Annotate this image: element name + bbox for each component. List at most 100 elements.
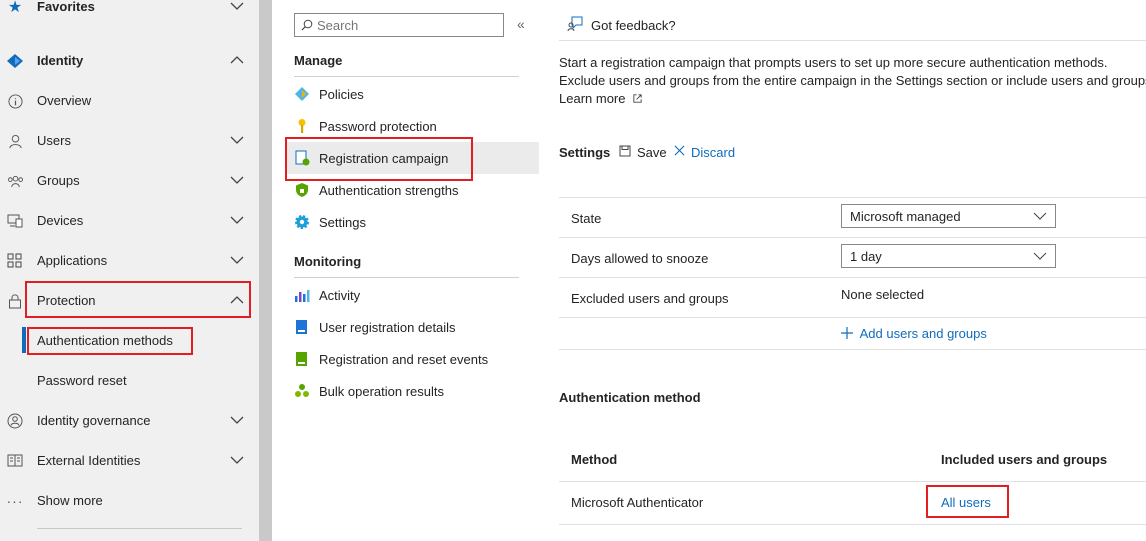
nav-external-identities-label: External Identities [37,453,141,468]
discard-button[interactable]: Discard [673,143,739,161]
feedback-icon [567,16,583,32]
chevron-down-icon [1033,212,1047,220]
feedback-label: Got feedback? [591,18,676,33]
highlight-protection [25,281,251,318]
search-input[interactable] [317,16,497,34]
user-icon [6,132,24,150]
shield-icon [296,183,308,197]
bulk-users-icon [295,384,309,397]
applications-icon [6,252,24,270]
menu-settings-label: Settings [319,215,366,230]
menu-bulk-operation-results-label: Bulk operation results [319,384,445,399]
left-navigation: ★ Favorites Identity Overview Users Grou… [0,0,259,541]
menu-registration-reset-events-label: Registration and reset events [319,352,489,367]
nav-identity[interactable]: Identity [0,40,259,80]
nav-show-more-label: Show more [37,493,103,508]
menu-activity[interactable]: Activity [285,279,535,311]
search-box[interactable] [294,13,504,37]
chevron-down-icon [230,216,244,224]
nav-show-more[interactable]: ··· Show more [0,480,259,520]
save-label: Save [637,145,667,160]
manage-divider [294,76,519,77]
discard-icon [674,145,685,156]
state-label: State [571,211,602,226]
chevron-down-icon [230,176,244,184]
search-icon [301,19,313,31]
nav-identity-label: Identity [37,53,84,68]
nav-devices-label: Devices [37,213,84,228]
state-dropdown-value: Microsoft managed [850,209,961,224]
chevron-down-icon [230,416,244,424]
add-users-groups-link[interactable]: Add users and groups [841,326,987,344]
nav-favorites-label: Favorites [37,0,95,14]
nav-identity-governance[interactable]: Identity governance [0,400,259,440]
learn-more-link[interactable]: Learn more [559,91,643,106]
activity-chart-icon [295,290,310,302]
authentication-method-title: Authentication method [559,390,701,405]
menu-user-registration-details-label: User registration details [319,320,456,335]
info-icon [6,92,24,110]
nav-divider [37,528,242,529]
nav-password-reset[interactable]: Password reset [0,360,259,400]
nav-password-reset-label: Password reset [37,373,127,388]
nav-groups-label: Groups [37,173,80,188]
save-icon [619,145,631,157]
chevron-down-icon [230,2,244,10]
menu-policies[interactable]: Policies [285,78,535,110]
collapse-menu-icon[interactable]: « [517,16,525,32]
nav-applications[interactable]: Applications [0,240,259,280]
scrollbar[interactable] [259,0,272,541]
settings-divider-top [559,197,1146,198]
state-dropdown[interactable]: Microsoft managed [841,204,1056,228]
column-header-included: Included users and groups [941,452,1108,467]
table-divider [559,524,1146,525]
governance-icon [6,412,24,430]
snooze-label: Days allowed to snooze [571,251,709,266]
row-divider [559,317,1146,318]
menu-policies-label: Policies [319,87,364,102]
nav-favorites[interactable]: ★ Favorites [0,0,259,26]
groups-icon [6,172,24,190]
nav-overview[interactable]: Overview [0,80,259,120]
events-icon [296,352,307,366]
plus-icon [841,327,853,339]
feedback-button[interactable]: Got feedback? [559,14,699,36]
menu-authentication-strengths-label: Authentication strengths [319,183,459,198]
nav-users-label: Users [37,133,71,148]
highlight-authentication-methods [27,327,193,355]
method-cell: Microsoft Authenticator [571,495,704,510]
selected-indicator [22,327,26,353]
nav-external-identities[interactable]: External Identities [0,440,259,480]
header-divider [559,40,1146,41]
save-button[interactable]: Save [619,143,667,161]
menu-authentication-strengths[interactable]: Authentication strengths [285,174,535,206]
menu-bulk-operation-results[interactable]: Bulk operation results [285,375,535,407]
menu-settings[interactable]: Settings [285,206,535,238]
nav-devices[interactable]: Devices [0,200,259,240]
nav-identity-governance-label: Identity governance [37,413,151,428]
nav-users[interactable]: Users [0,120,259,160]
star-icon: ★ [7,0,23,16]
row-divider [559,349,1146,350]
key-icon [298,119,306,133]
description-line-2: Exclude users and groups from the entire… [559,73,1146,88]
row-divider [559,277,1146,278]
chevron-down-icon [230,456,244,464]
external-link-icon [633,94,642,103]
identity-icon [6,52,24,70]
devices-icon [6,212,24,230]
discard-label: Discard [691,145,736,160]
snooze-dropdown[interactable]: 1 day [841,244,1056,268]
menu-registration-reset-events[interactable]: Registration and reset events [285,343,535,375]
column-header-method: Method [571,452,618,467]
menu-user-registration-details[interactable]: User registration details [285,311,535,343]
description-line-1: Start a registration campaign that promp… [559,55,1108,70]
chevron-down-icon [230,256,244,264]
details-icon [296,320,307,334]
nav-groups[interactable]: Groups [0,160,259,200]
lock-icon [6,292,24,310]
add-users-groups-label: Add users and groups [859,326,987,341]
menu-password-protection-label: Password protection [319,119,437,134]
policies-icon [295,87,309,101]
gear-icon [295,215,309,229]
